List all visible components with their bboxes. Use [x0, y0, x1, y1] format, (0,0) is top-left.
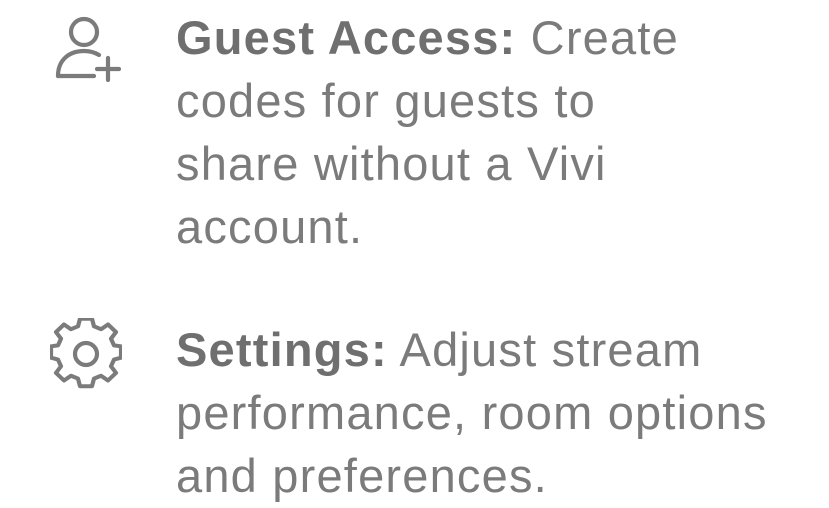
- settings-title: Settings:: [176, 323, 388, 376]
- settings-text: Settings: Adjust stream performance, roo…: [176, 318, 816, 507]
- guest-access-text: Guest Access: Create codes for guests to…: [176, 6, 706, 258]
- add-user-icon: [52, 10, 124, 82]
- gear-icon: [50, 318, 122, 390]
- guest-access-title: Guest Access:: [176, 11, 517, 64]
